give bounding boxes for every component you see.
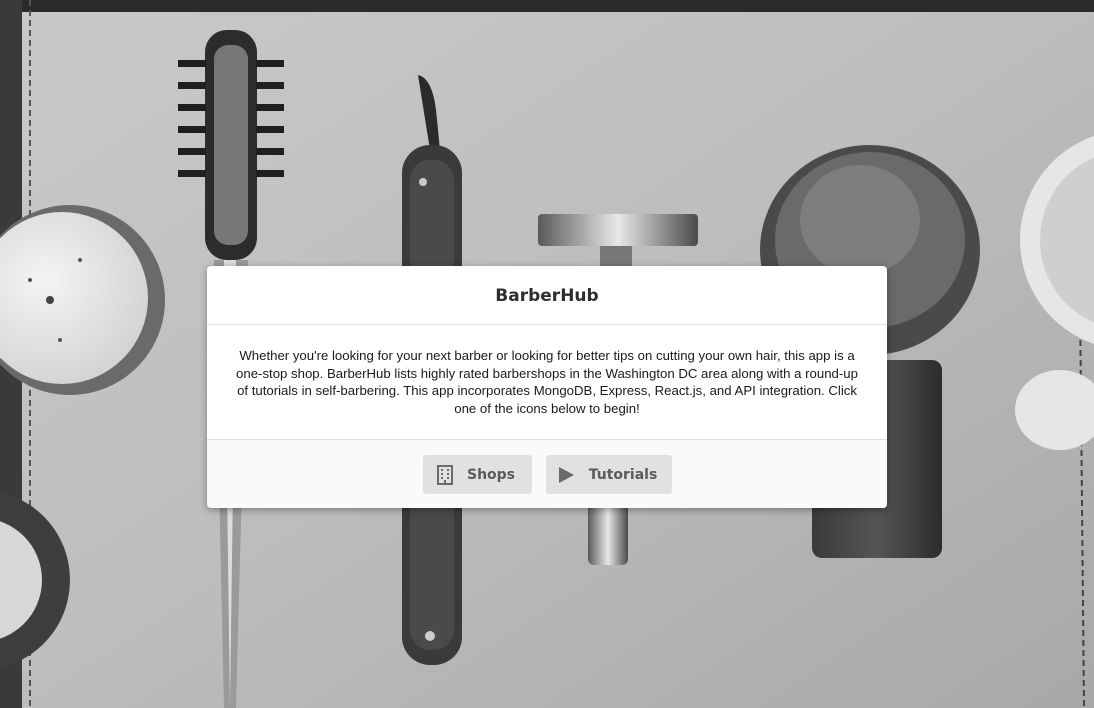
modal-content: Whether you're looking for your next bar… (207, 325, 887, 440)
tutorials-button-label: Tutorials (588, 466, 658, 483)
tutorials-button[interactable]: Tutorials (545, 455, 672, 494)
shops-button[interactable]: Shops (422, 455, 532, 494)
welcome-modal: BarberHub Whether you're looking for you… (207, 266, 887, 508)
building-icon (436, 464, 453, 485)
modal-header: BarberHub (207, 266, 887, 325)
shops-button-label: Shops (466, 466, 516, 483)
modal-description: Whether you're looking for your next bar… (236, 348, 858, 416)
modal-actions: Shops Tutorials (207, 440, 887, 508)
modal-title: BarberHub (495, 286, 599, 306)
play-icon (558, 466, 575, 484)
